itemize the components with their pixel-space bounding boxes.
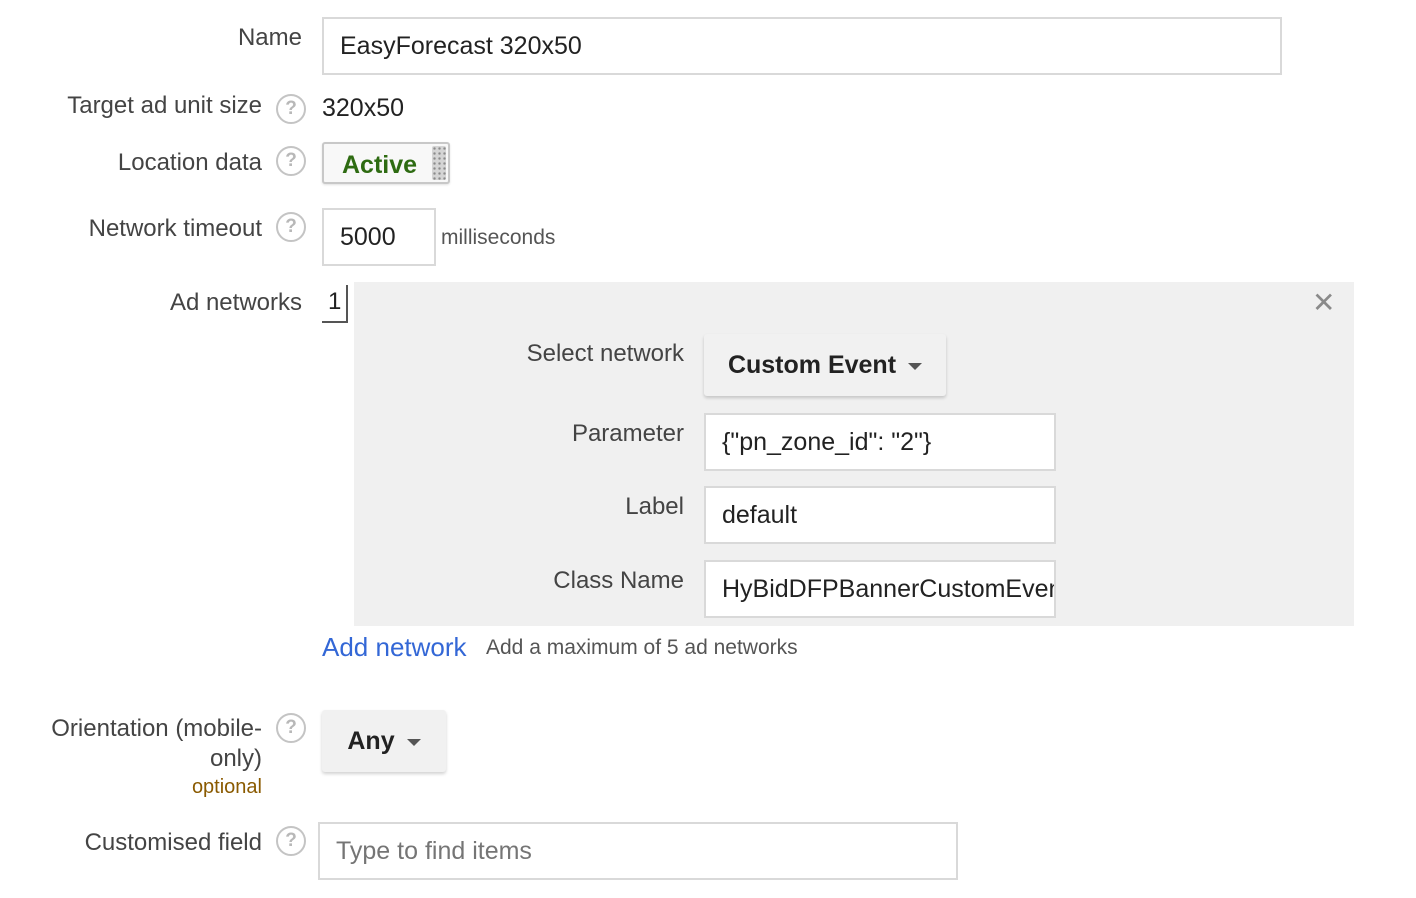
target-size-label: Target ad unit size (67, 92, 262, 119)
add-network-link[interactable]: Add network (322, 632, 467, 663)
caret-down-icon (406, 739, 421, 746)
ad-networks-label: Ad networks (169, 289, 302, 316)
help-icon[interactable]: ? (276, 713, 306, 743)
location-data-toggle[interactable]: Active (322, 142, 450, 184)
orientation-label-line1: Orientation (mobile- (51, 715, 262, 742)
location-data-label: Location data (117, 149, 262, 176)
orientation-label-line2: only) (209, 745, 262, 772)
target-size-value: 320x50 (322, 94, 405, 122)
network-timeout-input[interactable]: 5000 (322, 208, 436, 266)
timeout-unit: milliseconds (441, 226, 556, 249)
help-icon[interactable]: ? (276, 826, 306, 856)
class-name-input[interactable]: HyBidDFPBannerCustomEvent (704, 560, 1056, 618)
help-icon[interactable]: ? (276, 94, 306, 124)
drag-handle-icon[interactable] (432, 146, 446, 180)
class-name-label: Class Name (553, 567, 684, 594)
parameter-input[interactable]: {"pn_zone_id": "2"} (704, 413, 1056, 471)
orientation-label: Orientation (mobile- only) optional (10, 714, 262, 800)
parameter-label: Parameter (571, 420, 684, 447)
name-input[interactable]: EasyForecast 320x50 (322, 17, 1282, 75)
add-network-hint: Add a maximum of 5 ad networks (486, 636, 798, 659)
orientation-value: Any (347, 726, 395, 755)
label-input[interactable]: default (704, 486, 1056, 544)
label-field-label: Label (625, 493, 684, 520)
customised-field-label: Customised field (84, 829, 262, 856)
select-network-dropdown[interactable]: Custom Event (704, 334, 946, 396)
customised-field-search-input[interactable] (318, 822, 958, 880)
toggle-label: Active (342, 151, 418, 179)
close-icon[interactable]: ✕ (1312, 286, 1335, 319)
network-timeout-label: Network timeout (88, 215, 262, 242)
caret-down-icon (908, 363, 923, 370)
help-icon[interactable]: ? (276, 212, 306, 242)
name-label: Name (237, 24, 302, 51)
ad-network-index: 1 (322, 285, 348, 323)
help-icon[interactable]: ? (276, 146, 306, 176)
select-network-label: Select network (526, 340, 684, 367)
ad-network-panel: ✕ Select network Custom Event Parameter … (354, 282, 1354, 626)
optional-tag: optional (191, 776, 262, 798)
select-network-value: Custom Event (727, 350, 897, 379)
orientation-dropdown[interactable]: Any (322, 710, 446, 772)
